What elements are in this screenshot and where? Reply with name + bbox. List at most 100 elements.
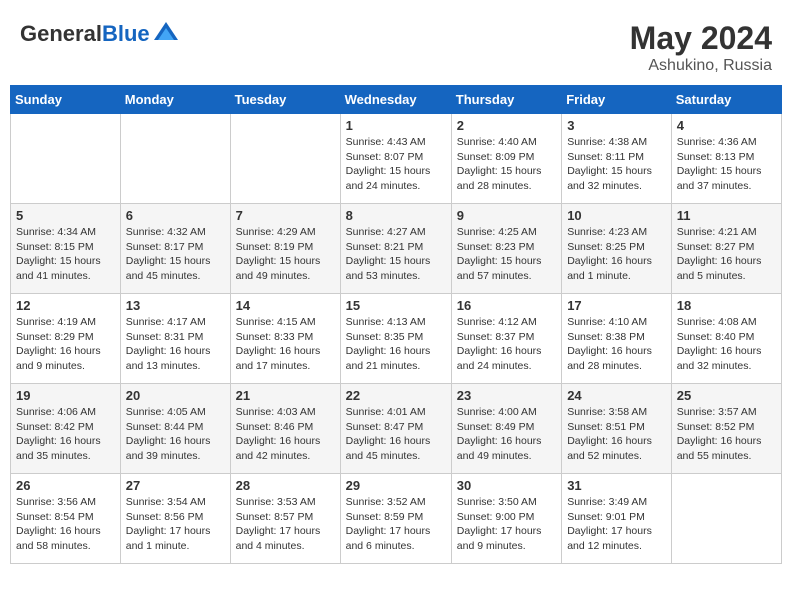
- logo-blue: Blue: [102, 21, 150, 46]
- day-info: Sunrise: 4:08 AMSunset: 8:40 PMDaylight:…: [677, 315, 776, 374]
- day-number: 11: [677, 208, 776, 223]
- day-number: 12: [16, 298, 115, 313]
- calendar-day-cell: 11 Sunrise: 4:21 AMSunset: 8:27 PMDayligh…: [671, 204, 781, 294]
- logo: GeneralBlue: [20, 20, 180, 48]
- calendar-week-row: 1Sunrise: 4:43 AMSunset: 8:07 PMDaylight…: [11, 114, 782, 204]
- day-info: Sunrise: 4:38 AMSunset: 8:11 PMDaylight:…: [567, 135, 666, 194]
- day-info: Sunrise: 4:03 AMSunset: 8:46 PMDaylight:…: [236, 405, 335, 464]
- day-number: 20: [126, 388, 225, 403]
- calendar-week-row: 19Sunrise: 4:06 AMSunset: 8:42 PMDayligh…: [11, 384, 782, 474]
- calendar-day-cell: [671, 474, 781, 564]
- calendar-day-cell: 4 Sunrise: 4:36 AMSunset: 8:13 PMDaylight…: [671, 114, 781, 204]
- day-number: 9: [457, 208, 556, 223]
- day-number: 26: [16, 478, 115, 493]
- day-info: Sunrise: 4:40 AMSunset: 8:09 PMDaylight:…: [457, 135, 556, 194]
- day-of-week-header: Wednesday: [340, 86, 451, 114]
- day-info: Sunrise: 4:21 AMSunset: 8:27 PMDaylight:…: [677, 225, 776, 284]
- day-number: 19: [16, 388, 115, 403]
- day-info: Sunrise: 3:56 AMSunset: 8:54 PMDaylight:…: [16, 495, 115, 554]
- calendar-day-cell: 14 Sunrise: 4:15 AMSunset: 8:33 PMDayligh…: [230, 294, 340, 384]
- page-header: GeneralBlue May 2024 Ashukino, Russia: [10, 10, 782, 85]
- calendar-day-cell: [120, 114, 230, 204]
- calendar-day-cell: 22Sunrise: 4:01 AMSunset: 8:47 PMDayligh…: [340, 384, 451, 474]
- calendar-day-cell: 6 Sunrise: 4:32 AMSunset: 8:17 PMDaylight…: [120, 204, 230, 294]
- calendar-day-cell: 30Sunrise: 3:50 AMSunset: 9:00 PMDayligh…: [451, 474, 561, 564]
- day-info: Sunrise: 3:57 AMSunset: 8:52 PMDaylight:…: [677, 405, 776, 464]
- day-info: Sunrise: 4:43 AMSunset: 8:07 PMDaylight:…: [346, 135, 446, 194]
- day-number: 13: [126, 298, 225, 313]
- day-number: 22: [346, 388, 446, 403]
- calendar-day-cell: 29 Sunrise: 3:52 AMSunset: 8:59 PMDayligh…: [340, 474, 451, 564]
- calendar-day-cell: 24 Sunrise: 3:58 AMSunset: 8:51 PMDayligh…: [562, 384, 672, 474]
- day-number: 27: [126, 478, 225, 493]
- day-number: 8: [346, 208, 446, 223]
- day-of-week-header: Tuesday: [230, 86, 340, 114]
- day-info: Sunrise: 4:15 AMSunset: 8:33 PMDaylight:…: [236, 315, 335, 374]
- day-number: 10: [567, 208, 666, 223]
- logo-general: General: [20, 21, 102, 46]
- calendar-day-cell: 19Sunrise: 4:06 AMSunset: 8:42 PMDayligh…: [11, 384, 121, 474]
- day-info: Sunrise: 4:23 AMSunset: 8:25 PMDaylight:…: [567, 225, 666, 284]
- day-info: Sunrise: 3:50 AMSunset: 9:00 PMDaylight:…: [457, 495, 556, 554]
- day-info: Sunrise: 3:53 AMSunset: 8:57 PMDaylight:…: [236, 495, 335, 554]
- calendar-week-row: 12Sunrise: 4:19 AMSunset: 8:29 PMDayligh…: [11, 294, 782, 384]
- day-of-week-header: Saturday: [671, 86, 781, 114]
- day-of-week-header: Friday: [562, 86, 672, 114]
- calendar-day-cell: 15Sunrise: 4:13 AMSunset: 8:35 PMDayligh…: [340, 294, 451, 384]
- calendar-day-cell: 5 Sunrise: 4:34 AMSunset: 8:15 PMDaylight…: [11, 204, 121, 294]
- day-info: Sunrise: 3:52 AMSunset: 8:59 PMDaylight:…: [346, 495, 446, 554]
- day-number: 18: [677, 298, 776, 313]
- calendar-day-cell: 1Sunrise: 4:43 AMSunset: 8:07 PMDaylight…: [340, 114, 451, 204]
- day-number: 14: [236, 298, 335, 313]
- day-number: 7: [236, 208, 335, 223]
- calendar-day-cell: 13 Sunrise: 4:17 AMSunset: 8:31 PMDayligh…: [120, 294, 230, 384]
- day-number: 23: [457, 388, 556, 403]
- calendar-day-cell: 21Sunrise: 4:03 AMSunset: 8:46 PMDayligh…: [230, 384, 340, 474]
- day-info: Sunrise: 4:27 AMSunset: 8:21 PMDaylight:…: [346, 225, 446, 284]
- day-number: 24: [567, 388, 666, 403]
- calendar-day-cell: 27 Sunrise: 3:54 AMSunset: 8:56 PMDayligh…: [120, 474, 230, 564]
- logo-icon: [152, 20, 180, 48]
- day-info: Sunrise: 4:00 AMSunset: 8:49 PMDaylight:…: [457, 405, 556, 464]
- day-number: 31: [567, 478, 666, 493]
- calendar-day-cell: 31Sunrise: 3:49 AMSunset: 9:01 PMDayligh…: [562, 474, 672, 564]
- calendar-week-row: 26 Sunrise: 3:56 AMSunset: 8:54 PMDayligh…: [11, 474, 782, 564]
- day-number: 29: [346, 478, 446, 493]
- day-info: Sunrise: 3:54 AMSunset: 8:56 PMDaylight:…: [126, 495, 225, 554]
- day-info: Sunrise: 4:32 AMSunset: 8:17 PMDaylight:…: [126, 225, 225, 284]
- calendar-day-cell: [230, 114, 340, 204]
- day-info: Sunrise: 4:13 AMSunset: 8:35 PMDaylight:…: [346, 315, 446, 374]
- day-info: Sunrise: 4:29 AMSunset: 8:19 PMDaylight:…: [236, 225, 335, 284]
- day-number: 5: [16, 208, 115, 223]
- day-info: Sunrise: 4:34 AMSunset: 8:15 PMDaylight:…: [16, 225, 115, 284]
- day-info: Sunrise: 4:17 AMSunset: 8:31 PMDaylight:…: [126, 315, 225, 374]
- day-number: 17: [567, 298, 666, 313]
- calendar-day-cell: 18 Sunrise: 4:08 AMSunset: 8:40 PMDayligh…: [671, 294, 781, 384]
- calendar-day-cell: 25 Sunrise: 3:57 AMSunset: 8:52 PMDayligh…: [671, 384, 781, 474]
- day-number: 3: [567, 118, 666, 133]
- calendar-day-cell: 7 Sunrise: 4:29 AMSunset: 8:19 PMDaylight…: [230, 204, 340, 294]
- day-of-week-header: Thursday: [451, 86, 561, 114]
- day-info: Sunrise: 4:10 AMSunset: 8:38 PMDaylight:…: [567, 315, 666, 374]
- month-year-title: May 2024: [630, 20, 772, 57]
- calendar-day-cell: 28 Sunrise: 3:53 AMSunset: 8:57 PMDayligh…: [230, 474, 340, 564]
- calendar-table: SundayMondayTuesdayWednesdayThursdayFrid…: [10, 85, 782, 564]
- day-info: Sunrise: 3:58 AMSunset: 8:51 PMDaylight:…: [567, 405, 666, 464]
- calendar-day-cell: 9 Sunrise: 4:25 AMSunset: 8:23 PMDaylight…: [451, 204, 561, 294]
- day-number: 2: [457, 118, 556, 133]
- calendar-day-cell: 3 Sunrise: 4:38 AMSunset: 8:11 PMDaylight…: [562, 114, 672, 204]
- calendar-day-cell: 23 Sunrise: 4:00 AMSunset: 8:49 PMDayligh…: [451, 384, 561, 474]
- day-of-week-header: Sunday: [11, 86, 121, 114]
- day-number: 16: [457, 298, 556, 313]
- calendar-day-cell: 8 Sunrise: 4:27 AMSunset: 8:21 PMDaylight…: [340, 204, 451, 294]
- day-info: Sunrise: 4:25 AMSunset: 8:23 PMDaylight:…: [457, 225, 556, 284]
- day-number: 25: [677, 388, 776, 403]
- location-subtitle: Ashukino, Russia: [630, 57, 772, 75]
- day-number: 6: [126, 208, 225, 223]
- title-block: May 2024 Ashukino, Russia: [630, 20, 772, 75]
- day-number: 28: [236, 478, 335, 493]
- day-info: Sunrise: 4:36 AMSunset: 8:13 PMDaylight:…: [677, 135, 776, 194]
- day-number: 4: [677, 118, 776, 133]
- day-info: Sunrise: 4:12 AMSunset: 8:37 PMDaylight:…: [457, 315, 556, 374]
- calendar-day-cell: [11, 114, 121, 204]
